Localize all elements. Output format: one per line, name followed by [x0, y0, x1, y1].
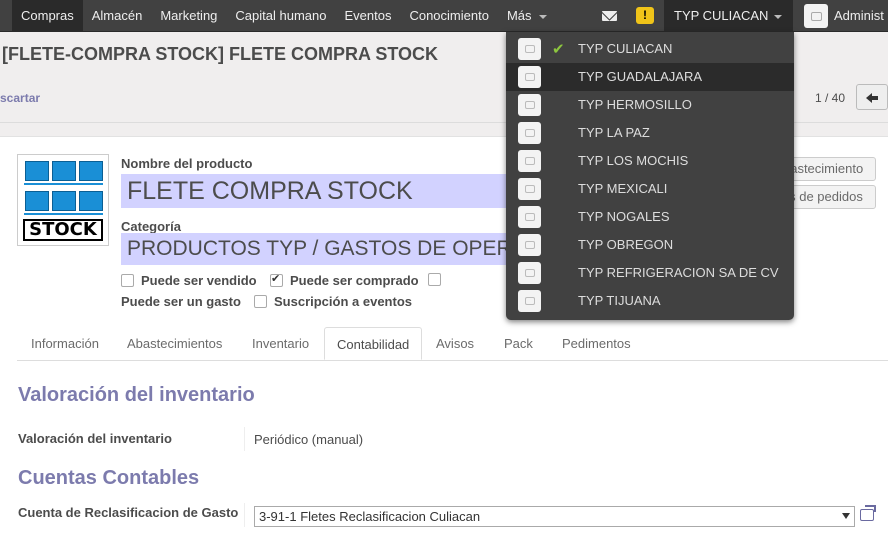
external-link-icon[interactable] [860, 509, 874, 521]
company-dropdown: ✔ TYP CULIACAN TYP GUADALAJARA TYP HERMO… [506, 32, 794, 320]
company-option[interactable]: TYP LA PAZ [506, 119, 794, 147]
reclass-account-select[interactable]: 3-91-1 Fletes Reclasificacion Culiacan [254, 506, 855, 527]
company-option-label: TYP GUADALAJARA [578, 69, 703, 84]
event-subscription-checkbox[interactable] [254, 295, 267, 308]
company-option-label: TYP MEXICALI [578, 181, 668, 196]
company-name: TYP CULIACAN [674, 8, 769, 23]
tab-avisos[interactable]: Avisos [424, 327, 486, 360]
menu-eventos[interactable]: Eventos [335, 0, 400, 32]
valuation-label: Valoración del inventario [18, 431, 172, 446]
company-logo-icon [518, 94, 541, 116]
can-be-sold-checkbox[interactable] [121, 274, 134, 287]
product-name-input[interactable]: FLETE COMPRA STOCK [121, 174, 549, 208]
menu-mas-label: Más [506, 8, 532, 23]
company-option-label: TYP HERMOSILLO [578, 97, 692, 112]
warning-icon[interactable]: ! [636, 7, 654, 24]
top-menu: Compras Almacén Marketing Capital humano… [12, 0, 556, 32]
can-be-purchased-row: Puede ser comprado [270, 272, 419, 288]
mail-icon[interactable] [602, 11, 617, 21]
category-input[interactable]: PRODUCTOS TYP / GASTOS DE OPERACIÓN [121, 233, 506, 265]
field-separator [244, 427, 245, 451]
pager-counter: 1 / 40 [815, 91, 846, 105]
can-be-sold-row: Puede ser vendido [121, 273, 257, 288]
company-switcher[interactable]: TYP CULIACAN [664, 0, 793, 32]
tab-pack[interactable]: Pack [492, 327, 545, 360]
can-be-expensed-label: Puede ser un gasto [121, 294, 241, 309]
company-option-label: TYP CULIACAN [578, 41, 673, 56]
menu-mas[interactable]: Más [498, 0, 556, 32]
boxes-icon [25, 161, 103, 181]
company-option-label: TYP TIJUANA [578, 293, 661, 308]
expense-label-row: Puede ser un gasto [121, 294, 241, 309]
company-option[interactable]: TYP LOS MOCHIS [506, 147, 794, 175]
valuation-section-title: Valoración del inventario [18, 384, 255, 406]
chevron-down-icon [774, 14, 783, 19]
company-logo-icon [518, 66, 541, 88]
tab-contabilidad[interactable]: Contabilidad [324, 327, 423, 360]
discard-button[interactable]: scartar [0, 91, 40, 105]
company-logo-icon [518, 262, 541, 284]
company-option-label: TYP REFRIGERACION SA DE CV [578, 265, 779, 280]
event-subscription-row: Suscripción a eventos [254, 294, 412, 309]
page-title: [FLETE-COMPRA STOCK] FLETE COMPRA STOCK [2, 44, 438, 64]
product-name-label: Nombre del producto [121, 156, 253, 171]
boxes-icon [25, 191, 103, 211]
can-be-purchased-checkbox[interactable] [270, 272, 283, 287]
menu-marketing[interactable]: Marketing [151, 0, 226, 32]
product-image[interactable]: STOCK [17, 154, 109, 246]
company-option-label: TYP LA PAZ [578, 125, 650, 140]
menu-almacen[interactable]: Almacén [83, 0, 152, 32]
tab-pedimentos[interactable]: Pedimentos [550, 327, 643, 360]
notebook-tabs: Información Abastecimientos Inventario C… [17, 327, 888, 361]
company-logo-icon [518, 150, 541, 172]
company-option-label: TYP OBREGON [578, 237, 674, 252]
company-option[interactable]: TYP MEXICALI [506, 175, 794, 203]
company-option[interactable]: TYP REFRIGERACION SA DE CV [506, 259, 794, 287]
can-be-expensed-checkbox[interactable] [428, 273, 441, 286]
company-logo-icon [518, 178, 541, 200]
top-navbar: Compras Almacén Marketing Capital humano… [0, 0, 888, 32]
reclass-account-label: Cuenta de Reclasificacion de Gasto [18, 505, 239, 520]
company-logo-icon [518, 206, 541, 228]
category-label: Categoría [121, 219, 181, 234]
tab-inventario[interactable]: Inventario [240, 327, 321, 360]
company-logo-icon [518, 234, 541, 256]
company-option[interactable]: ✔ TYP CULIACAN [506, 35, 794, 63]
tab-informacion[interactable]: Información [19, 327, 111, 360]
company-logo-icon [518, 290, 541, 312]
menu-compras[interactable]: Compras [12, 0, 83, 32]
image-divider [24, 213, 103, 215]
company-option[interactable]: TYP TIJUANA [506, 287, 794, 315]
chevron-down-icon [538, 14, 547, 19]
can-be-expensed-row [428, 273, 448, 286]
company-option[interactable]: TYP HERMOSILLO [506, 91, 794, 119]
can-be-purchased-label: Puede ser comprado [290, 273, 419, 288]
company-option[interactable]: TYP OBREGON [506, 231, 794, 259]
menu-conocimiento[interactable]: Conocimiento [400, 0, 498, 32]
dropdown-arrow-icon [842, 513, 850, 519]
company-option-label: TYP NOGALES [578, 209, 670, 224]
pager-previous-button[interactable] [856, 84, 888, 110]
checkmark-icon: ✔ [552, 41, 565, 58]
valuation-value: Periódico (manual) [254, 432, 364, 447]
event-subscription-label: Suscripción a eventos [274, 294, 412, 309]
field-separator [244, 503, 245, 527]
company-logo-icon [518, 122, 541, 144]
user-name: Administ [834, 8, 884, 23]
accounts-section-title: Cuentas Contables [18, 467, 200, 489]
company-logo-icon [518, 38, 541, 60]
tab-abastecimientos[interactable]: Abastecimientos [115, 327, 234, 360]
menu-capital-humano[interactable]: Capital humano [226, 0, 335, 32]
avatar [804, 4, 828, 28]
image-divider [24, 183, 103, 185]
reclass-account-value: 3-91-1 Fletes Reclasificacion Culiacan [259, 509, 481, 524]
stock-logo: STOCK [23, 219, 103, 241]
can-be-sold-label: Puede ser vendido [141, 273, 257, 288]
company-option[interactable]: TYP GUADALAJARA [506, 63, 794, 91]
company-option-label: TYP LOS MOCHIS [578, 153, 689, 168]
company-option[interactable]: TYP NOGALES [506, 203, 794, 231]
